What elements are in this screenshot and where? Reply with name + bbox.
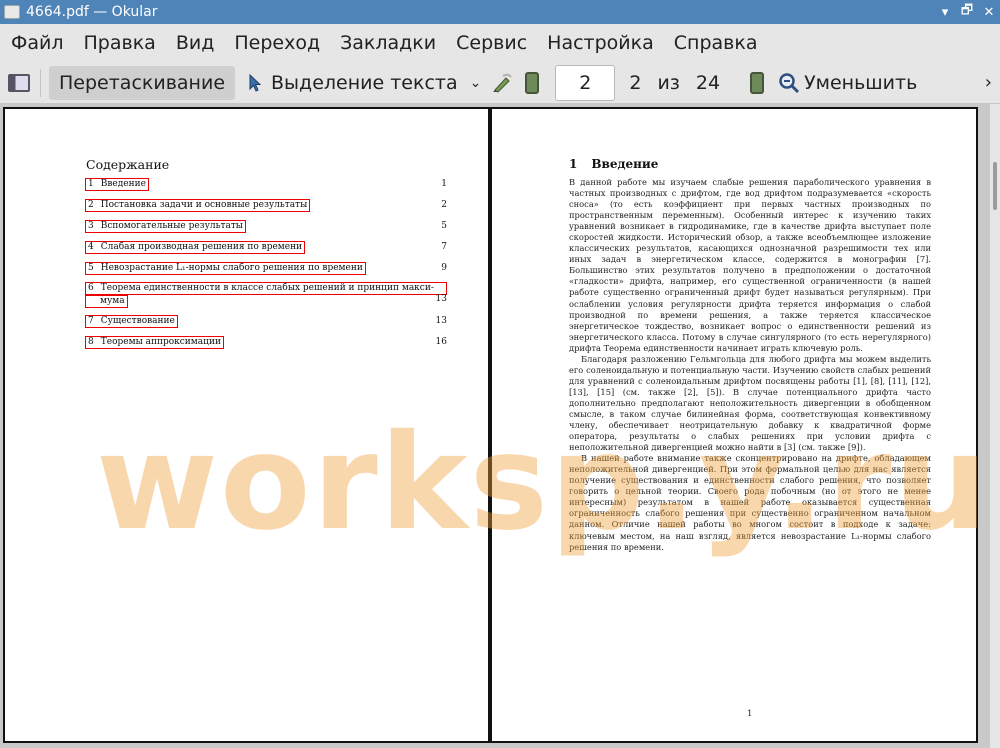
toc-entry-page: 2 — [441, 200, 447, 210]
text-selection-tool-button[interactable]: Выделение текста — [249, 72, 458, 94]
body-paragraph: Благодаря разложению Гельмгольца для люб… — [569, 353, 931, 453]
browse-tool-button[interactable]: Перетаскивание — [49, 65, 236, 100]
annotate-pen-icon[interactable] — [491, 72, 513, 94]
toc-entry-label: Слабая производная решения по времени — [100, 242, 303, 252]
body-paragraph: В нашей работе внимание также сконцентри… — [569, 453, 931, 552]
toc-entry[interactable]: 4 Слабая производная решения по времени 7 — [85, 241, 447, 254]
toc-link[interactable]: 4 Слабая производная решения по времени — [85, 241, 306, 254]
menu-tools[interactable]: Сервис — [456, 32, 527, 54]
toc-entry-label: Существование — [100, 316, 175, 326]
toc-entry[interactable]: 5 Невозрастание L₁-нормы слабого решения … — [85, 262, 447, 275]
toc-entry-label: Теорема единственности в классе слабых р… — [100, 283, 434, 293]
toc-link-continuation[interactable]: мума — [85, 295, 128, 308]
page-number-input[interactable]: 2 — [555, 64, 616, 101]
zoom-out-label: Уменьшить — [804, 71, 918, 94]
document-viewport[interactable]: Содержание 1 Введение 1 2 Постановка задач… — [0, 104, 990, 748]
toc-entry-page: 13 — [435, 316, 447, 326]
toc-link[interactable]: 5 Невозрастание L₁-нормы слабого решения … — [85, 262, 366, 275]
pdf-page-introduction: 1 Введение В данной работе мы изучаем сла… — [490, 107, 978, 743]
pointer-cursor-icon — [249, 73, 263, 92]
scrollbar-thumb[interactable] — [993, 162, 997, 210]
title-bar: 4664.pdf — Okular ▾ 🗗 ✕ — [0, 0, 1000, 24]
toc-entry-label: Введение — [100, 179, 146, 189]
section-number: 1 — [569, 157, 578, 171]
restore-button[interactable]: 🗗 — [956, 1, 978, 23]
toc-entry-number: 4 — [88, 242, 94, 252]
menu-file[interactable]: Файл — [11, 32, 64, 54]
toc-entry-page: 13 — [435, 294, 447, 304]
sidebar-toggle-icon[interactable] — [8, 73, 30, 92]
toc-entry-number: 1 — [88, 179, 94, 189]
toc-entry[interactable]: 2 Постановка задачи и основные результаты… — [85, 199, 447, 212]
vertical-scrollbar[interactable] — [990, 104, 1000, 748]
toc-heading: Содержание — [86, 157, 170, 172]
chevron-down-icon[interactable]: ⌄ — [470, 75, 482, 91]
minimize-button[interactable]: ▾ — [934, 5, 956, 20]
toc-entry-label: Теоремы аппроксимации — [100, 337, 221, 347]
toc-link[interactable]: 2 Постановка задачи и основные результаты — [85, 199, 311, 212]
toc-entry[interactable]: 3 Вспомогательные результаты 5 — [85, 220, 447, 233]
toc-link[interactable]: 6 Теорема единственности в классе слабых … — [85, 282, 447, 295]
toolbar-separator — [40, 68, 41, 97]
body-paragraph: В данной работе мы изучаем слабые решени… — [569, 177, 931, 353]
toc-entry-page: 5 — [441, 221, 447, 231]
section-heading: 1 Введение — [569, 157, 658, 171]
toc-link[interactable]: 7 Существование — [85, 315, 178, 328]
toc-entry-number: 8 — [88, 337, 94, 347]
toolbar-overflow-icon[interactable]: › — [985, 72, 992, 93]
okular-window: 4664.pdf — Okular ▾ 🗗 ✕ Файл Правка Вид … — [0, 0, 1000, 748]
total-pages-label: 24 — [695, 71, 721, 94]
menu-bar: Файл Правка Вид Переход Закладки Сервис … — [0, 24, 1000, 62]
next-page-icon[interactable] — [750, 71, 765, 94]
of-label: из — [657, 71, 680, 94]
menu-view[interactable]: Вид — [176, 32, 215, 54]
toc-entry-label: Постановка задачи и основные результаты — [100, 200, 308, 210]
toc-entry-label: Вспомогательные результаты — [100, 221, 243, 231]
toc-entry-number: 7 — [88, 316, 94, 326]
toc-entry-number: 2 — [88, 200, 94, 210]
toc-entry-page: 1 — [441, 179, 447, 189]
toc-entry[interactable]: 8 Теоремы аппроксимации 16 — [85, 336, 447, 349]
main-toolbar: Перетаскивание Выделение текста ⌄ 2 2 из… — [0, 62, 1000, 104]
section-title: Введение — [591, 157, 659, 171]
toc-entry-page: 16 — [435, 337, 447, 347]
toc-link[interactable]: 1 Введение — [85, 178, 149, 191]
toc-entry-number: 6 — [88, 283, 94, 293]
okular-app-icon — [4, 5, 20, 19]
zoom-out-icon — [778, 72, 800, 94]
section-body: В данной работе мы изучаем слабые решени… — [569, 177, 931, 553]
current-page-label: 2 — [629, 71, 642, 94]
menu-bookmarks[interactable]: Закладки — [340, 32, 436, 54]
window-title: 4664.pdf — Okular — [26, 4, 158, 20]
toc-entry[interactable]: 6 Теорема единственности в классе слабых … — [85, 282, 447, 308]
toc-entry-page: 9 — [441, 263, 447, 273]
toc-entry[interactable]: 1 Введение 1 — [85, 178, 447, 191]
toc-entry-number: 3 — [88, 221, 94, 231]
toc-entry[interactable]: 7 Существование 13 — [85, 315, 447, 328]
toc-entry-page: 7 — [441, 242, 447, 252]
menu-go[interactable]: Переход — [234, 32, 320, 54]
toc-entry-number: 5 — [88, 263, 94, 273]
toc-link[interactable]: 3 Вспомогательные результаты — [85, 220, 246, 233]
pdf-page-toc: Содержание 1 Введение 1 2 Постановка задач… — [3, 107, 490, 743]
previous-page-icon[interactable] — [525, 71, 540, 94]
text-selection-label: Выделение текста — [271, 71, 458, 94]
toc-entry-label: Невозрастание L₁-нормы слабого решения п… — [100, 263, 363, 273]
toc-link[interactable]: 8 Теоремы аппроксимации — [85, 336, 224, 349]
menu-settings[interactable]: Настройка — [547, 32, 654, 54]
zoom-out-button[interactable]: Уменьшить — [778, 72, 917, 94]
page-footer-number: 1 — [747, 709, 753, 719]
menu-edit[interactable]: Правка — [84, 32, 156, 54]
close-button[interactable]: ✕ — [978, 5, 1000, 20]
menu-help[interactable]: Справка — [674, 32, 758, 54]
toc-entry-label-continuation: мума — [100, 296, 125, 306]
